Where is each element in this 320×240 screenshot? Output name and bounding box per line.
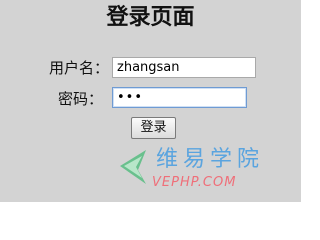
- login-button[interactable]: 登录: [131, 117, 176, 139]
- password-input[interactable]: •••: [112, 87, 247, 108]
- username-label: 用户名：: [49, 59, 110, 77]
- page-title: 登录页面: [106, 5, 195, 30]
- green-swoosh-logo-icon: [120, 150, 146, 184]
- password-label: 密码：: [58, 90, 104, 108]
- watermark-name-en: VEPHP.COM: [152, 175, 237, 190]
- watermark-name-cn: 维易学院: [156, 147, 265, 172]
- login-page: 登录页面 用户名： 密码： ••• 登录 维易学院 VEPHP.COM: [0, 0, 301, 202]
- watermark: 维易学院 VEPHP.COM: [112, 142, 287, 198]
- username-input[interactable]: [112, 57, 256, 78]
